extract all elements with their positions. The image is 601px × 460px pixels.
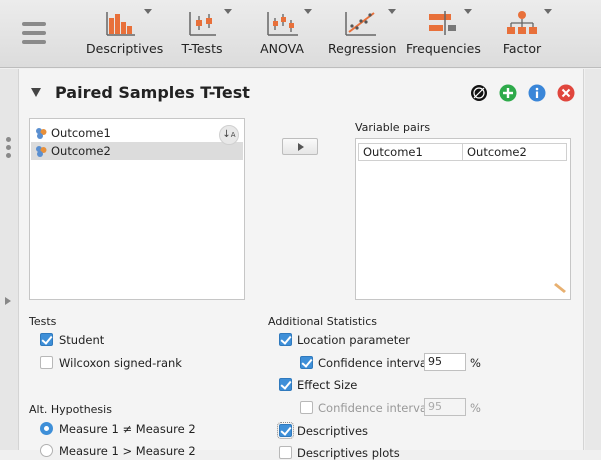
additional-statistics-heading: Additional Statistics (268, 315, 378, 328)
location-ci-input[interactable]: 95 (424, 353, 466, 371)
student-checkbox[interactable] (40, 333, 53, 346)
pair-cell-first[interactable]: Outcome1 (358, 143, 463, 161)
effect-size-ci-label: Confidence interval (318, 401, 431, 415)
pair-cell-second[interactable]: Outcome2 (462, 143, 567, 161)
toolbar-frequencies-button[interactable]: Frequencies (406, 6, 481, 62)
location-parameter-checkbox[interactable] (279, 333, 292, 346)
t-tests-icon (189, 12, 216, 36)
collapse-arrow-icon[interactable] (31, 88, 41, 97)
location-ci-unit: % (470, 356, 481, 370)
anova-icon (267, 12, 298, 36)
sort-variables-icon[interactable]: ↓A (219, 125, 239, 145)
variable-list[interactable]: Outcome1 Outcome2 (29, 118, 245, 300)
drag-handle-dot (6, 153, 11, 158)
hypothesis-radio-not-equal[interactable] (40, 422, 53, 435)
left-splitter[interactable] (0, 69, 18, 450)
variable-item-outcome1[interactable]: Outcome1 (31, 124, 243, 142)
menu-icon[interactable] (22, 22, 46, 44)
descriptives-checkbox[interactable] (277, 422, 294, 439)
toolbar-regression-button[interactable]: Regression (328, 6, 397, 62)
scale-variable-icon (36, 128, 47, 139)
factor-icon (507, 11, 537, 34)
eraser-icon[interactable] (552, 283, 568, 295)
analysis-title: Paired Samples T-Test (55, 83, 250, 102)
right-scrollbar[interactable] (585, 69, 601, 450)
hypothesis-option-label: Measure 1 > Measure 2 (59, 444, 196, 458)
toolbar-label: T-Tests (181, 41, 223, 56)
info-icon[interactable] (528, 84, 546, 102)
hypothesis-option-label: Measure 1 ≠ Measure 2 (59, 422, 196, 436)
result-options-icon[interactable] (470, 84, 488, 102)
wilcoxon-checkbox[interactable] (40, 356, 53, 369)
effect-size-label: Effect Size (297, 378, 358, 392)
effect-size-ci-input[interactable]: 95 (424, 398, 466, 416)
toolbar-descriptives-button[interactable]: Descriptives (86, 6, 164, 62)
location-ci-label: Confidence interval (318, 356, 431, 370)
descriptives-label: Descriptives (297, 424, 369, 438)
close-analysis-icon[interactable] (557, 84, 575, 102)
location-parameter-label: Location parameter (297, 333, 411, 347)
descriptives-plots-checkbox[interactable] (279, 446, 292, 459)
toolbar-factor-button[interactable]: Factor (494, 6, 552, 62)
expand-arrow-icon[interactable] (5, 297, 11, 305)
drag-handle-dot (6, 145, 11, 150)
drag-handle-icon (6, 137, 11, 142)
toolbar-label: ANOVA (260, 41, 304, 56)
effect-size-ci-checkbox[interactable] (300, 401, 313, 414)
wilcoxon-label: Wilcoxon signed-rank (59, 356, 182, 370)
effect-size-ci-unit: % (470, 401, 481, 415)
scale-variable-icon (36, 146, 47, 157)
effect-size-checkbox[interactable] (279, 378, 292, 391)
location-ci-checkbox[interactable] (300, 356, 313, 369)
variable-pairs-label: Variable pairs (355, 121, 431, 134)
toolbar-label: Regression (328, 41, 397, 56)
tests-heading: Tests (29, 315, 57, 328)
toolbar-label: Descriptives (86, 41, 164, 56)
descriptives-plots-label: Descriptives plots (297, 446, 400, 460)
regression-icon (345, 12, 376, 36)
descriptives-icon (106, 12, 135, 36)
move-to-pairs-button[interactable] (282, 138, 318, 155)
frequencies-icon (429, 11, 456, 35)
variable-name: Outcome1 (51, 126, 111, 140)
toolbar-anova-button[interactable]: ANOVA (252, 6, 312, 62)
hypothesis-heading: Alt. Hypothesis (29, 403, 112, 416)
variable-name: Outcome2 (51, 144, 111, 158)
toolbar-label: Factor (502, 41, 542, 56)
toolbar: Descriptives T-Tests ANOVA Regression Fr… (0, 0, 601, 68)
add-analysis-icon[interactable] (499, 84, 517, 102)
toolbar-t-tests-button[interactable]: T-Tests (172, 6, 232, 62)
variable-item-outcome2[interactable]: Outcome2 (31, 142, 243, 160)
variable-pairs-box[interactable]: Outcome1 Outcome2 (355, 138, 571, 300)
hypothesis-radio-greater[interactable] (40, 444, 53, 457)
toolbar-label: Frequencies (406, 41, 481, 56)
student-label: Student (59, 333, 105, 347)
